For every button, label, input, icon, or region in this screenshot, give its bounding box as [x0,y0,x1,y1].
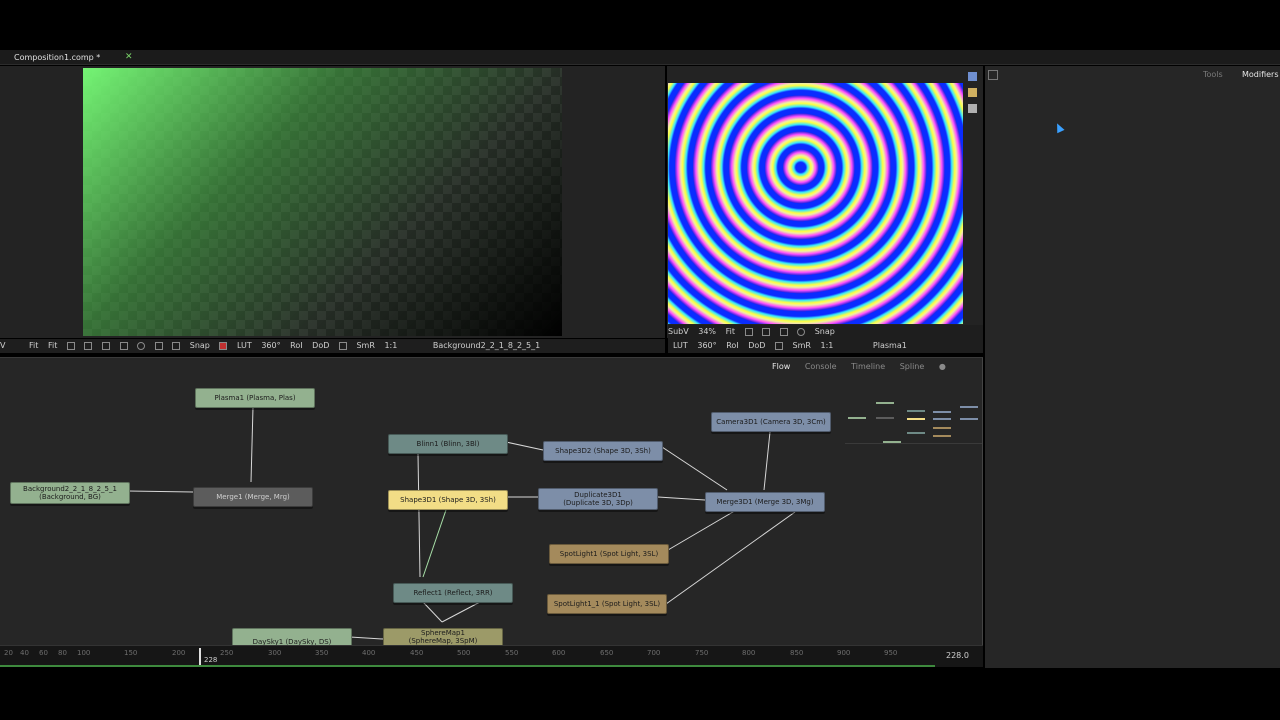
rect-icon[interactable] [779,327,788,336]
tick-label: 600 [552,649,566,657]
polyline-icon[interactable] [66,341,75,350]
lock-icon-right[interactable] [774,341,783,350]
lut-button[interactable]: LUT [237,339,252,353]
node-shape3d1[interactable]: Shape3D1 (Shape 3D, 3Sh) [388,490,508,510]
node-spotlight1[interactable]: SpotLight1 (Spot Light, 3SL) [549,544,669,564]
node-background[interactable]: Background2_2_1_8_2_5_1 (Background, BG) [10,482,130,504]
playhead[interactable] [199,648,201,666]
tick-label: 550 [505,649,519,657]
tick-label: 500 [457,649,471,657]
color-swatch-icon[interactable] [219,341,228,350]
tick-label: 150 [124,649,138,657]
close-tab-icon[interactable]: ✕ [125,52,133,63]
tick-label: 350 [315,649,329,657]
tick-label: 950 [884,649,898,657]
node-duplicate3d1[interactable]: Duplicate3D1 (Duplicate 3D, 3Dp) [538,488,658,510]
roi-button-right[interactable]: RoI [726,339,738,353]
viewer-cube-icon-3[interactable] [968,104,977,113]
right-viewer-node-name: Plasma1 [872,341,907,350]
smr-button-right[interactable]: SmR [793,339,811,353]
flow-navigator[interactable] [845,398,982,444]
tick-label: 200 [172,649,186,657]
bspline-icon[interactable] [84,341,93,350]
360-button[interactable]: 360° [261,339,280,353]
tick-label: 750 [695,649,709,657]
subview-button[interactable]: SubV [668,325,689,339]
ellipse-icon[interactable] [137,341,146,350]
node-merge3d1[interactable]: Merge3D1 (Merge 3D, 3Mg) [705,492,825,512]
composition-tab[interactable]: Composition1.comp * [6,52,108,63]
render-range-bar [0,665,935,667]
circle-icon[interactable] [797,327,806,336]
tick-label: 400 [362,649,376,657]
pick-icon[interactable] [762,327,771,336]
one-to-one-button[interactable]: 1:1 [384,339,397,353]
right-viewer-image[interactable] [668,83,963,324]
tick-label: 300 [268,649,282,657]
dod-button[interactable]: DoD [312,339,329,353]
tick-label: 450 [410,649,424,657]
node-camera3d1[interactable]: Camera3D1 (Camera 3D, 3Cm) [711,412,831,432]
node-reflect1[interactable]: Reflect1 (Reflect, 3RR) [393,583,513,603]
grid-icon[interactable] [744,327,753,336]
tick-label: 100 [77,649,91,657]
tick-label: 900 [837,649,851,657]
sidebar-dropdown-icon[interactable] [988,70,998,80]
tick-label: 250 [220,649,234,657]
one-to-one-button-right[interactable]: 1:1 [820,339,833,353]
composition-tab-bar: Composition1.comp * ✕ [0,50,1280,65]
text-b-icon[interactable] [172,341,181,350]
node-shape3d2[interactable]: Shape3D2 (Shape 3D, 3Sh) [543,441,663,461]
sidebar-tab-tools[interactable]: Tools [1203,70,1223,79]
rectangle-icon[interactable] [119,341,128,350]
right-sidebar [985,66,1280,668]
timeline-ruler[interactable]: 20 40 60 80 100 150 200 250 300 350 400 … [0,645,983,667]
fit-button-2[interactable]: Fit [48,339,57,353]
current-frame: 228 [204,656,218,664]
left-viewer-toolbar: V Fit Fit Snap LUT 360° RoI DoD SmR 1:1 … [0,339,665,353]
smr-button[interactable]: SmR [356,339,374,353]
tick-label: 60 [39,649,48,657]
right-viewer-toolbar: LUT 360° RoI DoD SmR 1:1 Plasma1 [668,339,983,353]
right-viewer-top-toolbar: SubV 34% Fit Snap [668,325,983,339]
fit-button-1[interactable]: Fit [29,339,38,353]
tick-label: 80 [58,649,67,657]
lut-button-right[interactable]: LUT [673,339,688,353]
zoom-level[interactable]: 34% [698,325,716,339]
tick-label: 850 [790,649,804,657]
viewer-3d-cube-icon[interactable] [968,72,977,81]
left-viewer-node-name: Background2_2_1_8_2_5_1 [432,341,541,350]
dod-button-right[interactable]: DoD [748,339,765,353]
tick-label: 20 [4,649,13,657]
node-plasma1[interactable]: Plasma1 (Plasma, Plas) [195,388,315,408]
viewer-cube-icon-2[interactable] [968,88,977,97]
tick-label: 700 [647,649,661,657]
tick-label: 40 [20,649,29,657]
node-merge1[interactable]: Merge1 (Merge, Mrg) [193,487,313,507]
snap-button-left[interactable]: Snap [190,339,210,353]
left-viewer-image[interactable] [83,68,562,336]
fit-button[interactable]: Fit [726,325,735,339]
viewer-v-button[interactable]: V [0,339,5,353]
node-spotlight1-1[interactable]: SpotLight1_1 (Spot Light, 3SL) [547,594,667,614]
paint-icon[interactable] [102,341,110,350]
end-frame[interactable]: 228.0 [946,651,969,660]
roi-button[interactable]: RoI [290,339,302,353]
snap-button[interactable]: Snap [815,325,835,339]
text-a-icon[interactable] [154,341,163,350]
tick-label: 650 [600,649,614,657]
lock-icon[interactable] [338,341,347,350]
tick-label: 800 [742,649,756,657]
360-button-right[interactable]: 360° [697,339,716,353]
node-blinn1[interactable]: Blinn1 (Blinn, 3Bl) [388,434,508,454]
sidebar-tab-modifiers[interactable]: Modifiers [1242,70,1279,79]
